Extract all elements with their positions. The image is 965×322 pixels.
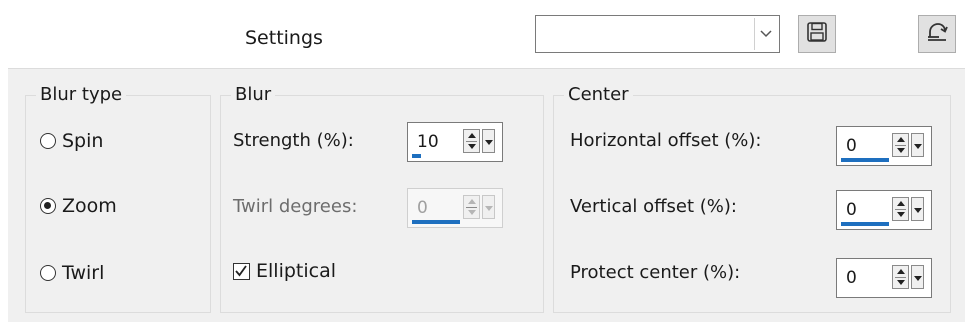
strength-dropdown-button[interactable] xyxy=(482,129,495,153)
vertical-offset-updown-button[interactable] xyxy=(892,197,909,221)
horizontal-offset-spin-buttons xyxy=(892,133,926,157)
radio-zoom-indicator[interactable] xyxy=(40,198,56,214)
horizontal-offset-dropdown-button[interactable] xyxy=(911,133,924,157)
arrow-up-icon xyxy=(468,199,476,204)
settings-label: Settings xyxy=(245,27,323,49)
arrow-down-icon xyxy=(897,148,905,153)
radio-spin-indicator[interactable] xyxy=(40,133,56,149)
protect-center-label: Protect center (%): xyxy=(570,262,741,283)
radio-zoom[interactable]: Zoom xyxy=(40,195,117,217)
horizontal-offset-updown-button[interactable] xyxy=(892,133,909,157)
checkmark-icon xyxy=(235,264,247,276)
vertical-offset-spinbox[interactable]: 0 xyxy=(836,190,932,230)
protect-center-value[interactable]: 0 xyxy=(846,268,857,288)
vertical-offset-level-bar xyxy=(841,222,889,226)
chevron-down-icon xyxy=(485,140,493,145)
elliptical-checkbox[interactable]: Elliptical xyxy=(233,260,336,282)
twirl-level-bar xyxy=(412,220,460,224)
strength-value[interactable]: 10 xyxy=(417,132,439,152)
arrow-up-icon xyxy=(897,269,905,274)
radio-twirl[interactable]: Twirl xyxy=(40,262,104,284)
blur-type-title: Blur type xyxy=(36,84,127,106)
chevron-down-icon xyxy=(914,208,922,213)
chevron-down-icon xyxy=(485,206,493,211)
chevron-down-icon[interactable] xyxy=(754,18,777,50)
options-panel: Blur type Spin Zoom Twirl Blur Strength … xyxy=(8,68,965,322)
floppy-disk-icon xyxy=(806,21,828,47)
center-title: Center xyxy=(564,84,633,106)
arrow-up-icon xyxy=(897,201,905,206)
strength-spin-buttons xyxy=(463,129,497,153)
protect-center-dropdown-button[interactable] xyxy=(911,265,924,289)
strength-label: Strength (%): xyxy=(233,130,354,151)
strength-level-bar xyxy=(412,154,421,158)
vertical-offset-label: Vertical offset (%): xyxy=(570,196,737,217)
reset-defaults-button[interactable] xyxy=(918,15,956,53)
horizontal-offset-label: Horizontal offset (%): xyxy=(570,130,762,151)
blur-group: Blur Strength (%): 10 Twirl degrees: 0 E… xyxy=(220,84,544,313)
twirl-dropdown-button[interactable] xyxy=(482,195,495,219)
reset-defaults-icon xyxy=(925,20,949,48)
radio-spin-label: Spin xyxy=(62,130,104,152)
preset-dropdown[interactable] xyxy=(535,15,780,53)
arrow-down-icon xyxy=(897,212,905,217)
horizontal-offset-spinbox[interactable]: 0 xyxy=(836,126,932,166)
radio-spin[interactable]: Spin xyxy=(40,130,103,152)
arrow-down-icon xyxy=(468,144,476,149)
twirl-degrees-label: Twirl degrees: xyxy=(233,196,358,217)
twirl-spin-buttons xyxy=(463,195,497,219)
save-preset-button[interactable] xyxy=(798,15,836,53)
chevron-down-icon xyxy=(914,276,922,281)
blur-title: Blur xyxy=(231,84,276,106)
protect-center-spin-buttons xyxy=(892,265,926,289)
chevron-down-icon xyxy=(914,144,922,149)
elliptical-label: Elliptical xyxy=(256,260,336,282)
radio-twirl-indicator[interactable] xyxy=(40,265,56,281)
arrow-down-icon xyxy=(468,210,476,215)
elliptical-checkbox-box[interactable] xyxy=(233,262,250,280)
twirl-degrees-value[interactable]: 0 xyxy=(417,198,428,218)
center-group: Center Horizontal offset (%): 0 Vertical… xyxy=(553,84,951,313)
arrow-up-icon xyxy=(468,133,476,138)
settings-toolbar: Settings xyxy=(0,0,965,68)
radio-zoom-label: Zoom xyxy=(62,195,117,217)
twirl-degrees-spinbox[interactable]: 0 xyxy=(407,188,503,228)
protect-center-updown-button[interactable] xyxy=(892,265,909,289)
horizontal-offset-level-bar xyxy=(841,158,889,162)
protect-center-spinbox[interactable]: 0 xyxy=(836,258,932,298)
vertical-offset-spin-buttons xyxy=(892,197,926,221)
vertical-offset-value[interactable]: 0 xyxy=(846,200,857,220)
arrow-down-icon xyxy=(897,280,905,285)
horizontal-offset-value[interactable]: 0 xyxy=(846,136,857,156)
vertical-offset-dropdown-button[interactable] xyxy=(911,197,924,221)
blur-type-group: Blur type Spin Zoom Twirl xyxy=(25,84,211,313)
arrow-up-icon xyxy=(897,137,905,142)
strength-spinbox[interactable]: 10 xyxy=(407,122,503,162)
strength-updown-button[interactable] xyxy=(463,129,480,153)
twirl-updown-button[interactable] xyxy=(463,195,480,219)
radio-twirl-label: Twirl xyxy=(62,262,105,284)
